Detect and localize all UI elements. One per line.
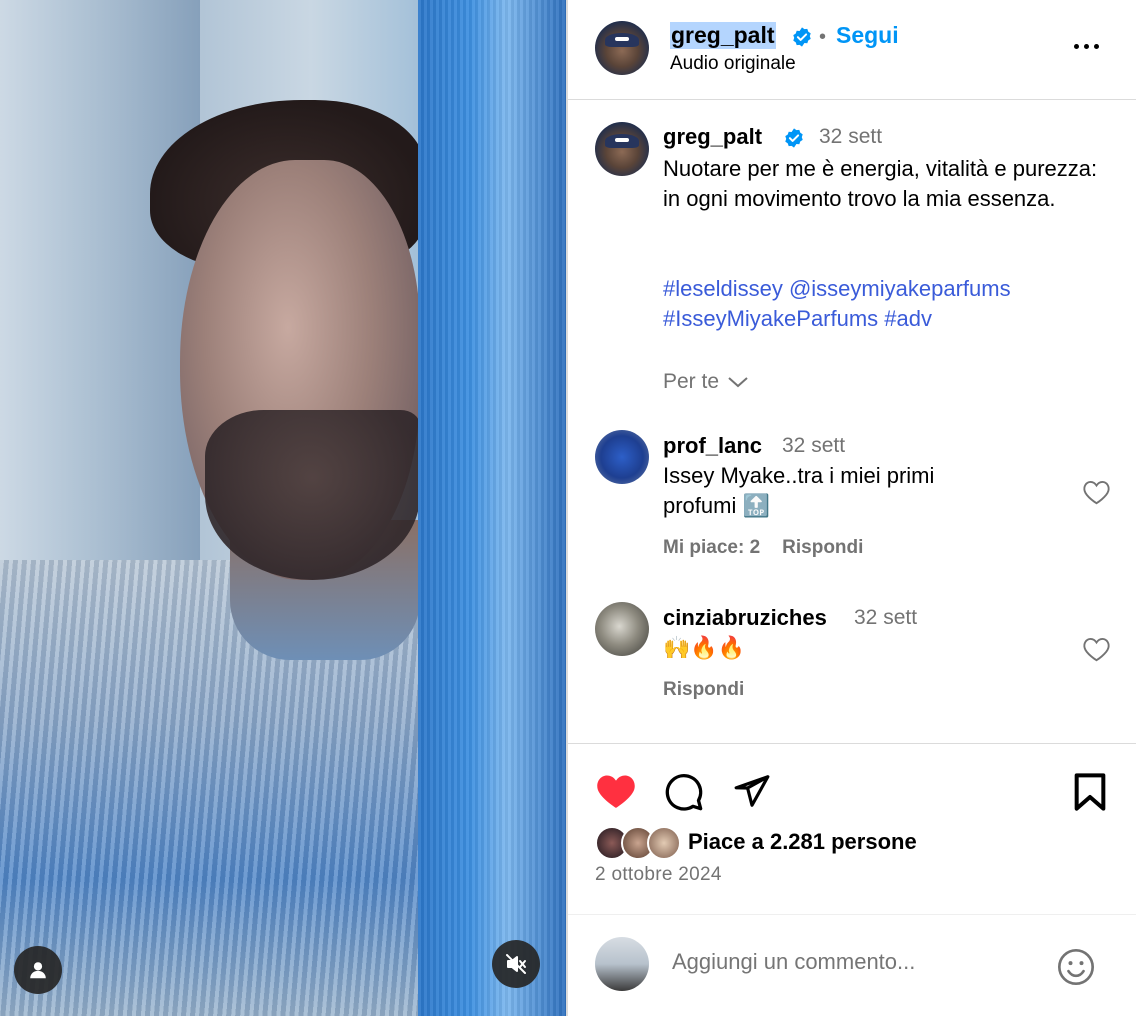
comment-meta: Rispondi (663, 679, 744, 701)
comment-text-line-1: Issey Myake..tra i miei primi (663, 463, 935, 488)
header-separator-dot: • (819, 26, 827, 48)
chevron-down-icon (728, 377, 748, 388)
bookmark-icon[interactable] (1073, 772, 1107, 812)
see-for-you-label: Per te (663, 370, 720, 393)
see-for-you-toggle[interactable]: Per te (663, 370, 749, 394)
comment-timestamp[interactable]: 32 sett (782, 434, 845, 458)
comment-likes-count[interactable]: Mi piace: 2 (663, 537, 760, 559)
tagged-users-button[interactable] (14, 946, 62, 994)
follow-button[interactable]: Segui (836, 22, 899, 49)
reply-button[interactable]: Rispondi (782, 537, 863, 559)
caption-author-username[interactable]: greg_palt (663, 124, 762, 150)
muted-speaker-icon (506, 954, 526, 974)
add-comment-bar (568, 914, 1136, 1016)
commenter-username[interactable]: cinziabruziches (663, 605, 827, 631)
commenter-username[interactable]: prof_lanc (663, 433, 762, 459)
caption-text: Nuotare per me è energia, vitalità e pur… (663, 156, 1098, 211)
media-subject-beard (205, 410, 420, 580)
person-icon (30, 962, 46, 979)
comment-input[interactable] (672, 949, 1042, 975)
likes-count[interactable]: Piace a 2.281 persone (688, 829, 917, 855)
comment-text: 🙌🔥🔥 (663, 635, 746, 660)
verified-badge-icon (793, 27, 811, 47)
post-date[interactable]: 2 ottobre 2024 (595, 864, 722, 886)
caption-author-avatar[interactable] (595, 122, 649, 176)
current-user-avatar (595, 937, 649, 991)
author-avatar[interactable] (595, 21, 649, 75)
audio-label[interactable]: Audio originale (670, 53, 796, 75)
comment-like-heart-icon[interactable] (1082, 636, 1111, 662)
more-options-icon[interactable] (1074, 44, 1099, 49)
verified-badge-icon (785, 128, 803, 148)
heart-icon[interactable] (595, 772, 637, 810)
liked-by-avatars[interactable] (595, 826, 685, 860)
media-blue-curtain (418, 0, 566, 1016)
reply-button[interactable]: Rispondi (663, 679, 744, 701)
comment-text-line-2: profumi 🔝 (663, 493, 770, 518)
hashtag-line-2[interactable]: #IsseyMiyakeParfums #adv (663, 304, 1118, 334)
comment-icon[interactable] (664, 772, 704, 812)
post-actions-section: Piace a 2.281 persone 2 ottobre 2024 (568, 743, 1136, 1016)
post-media-video[interactable] (0, 0, 566, 1016)
caption-hashtags: #leseldissey @isseymiyakeparfums #IsseyM… (663, 274, 1118, 334)
comment-like-heart-icon[interactable] (1082, 479, 1111, 505)
commenter-avatar[interactable] (595, 430, 649, 484)
hashtag-line-1[interactable]: #leseldissey @isseymiyakeparfums (663, 274, 1118, 304)
smiley-icon[interactable] (1056, 947, 1096, 987)
comment-text: Issey Myake..tra i miei primi profumi 🔝 (663, 461, 1063, 521)
post-header: greg_palt • Segui Audio originale (568, 0, 1136, 100)
commenter-avatar[interactable] (595, 602, 649, 656)
comment-timestamp[interactable]: 32 sett (854, 606, 917, 630)
send-icon[interactable] (732, 772, 772, 810)
mute-toggle-button[interactable] (492, 940, 540, 988)
liker-avatar (647, 826, 681, 860)
caption-timestamp[interactable]: 32 sett (819, 125, 882, 149)
author-username[interactable]: greg_palt (670, 22, 776, 49)
post-side-panel: greg_palt • Segui Audio originale greg_p… (568, 0, 1136, 1016)
comment-meta: Mi piace: 2 Rispondi (663, 537, 863, 559)
